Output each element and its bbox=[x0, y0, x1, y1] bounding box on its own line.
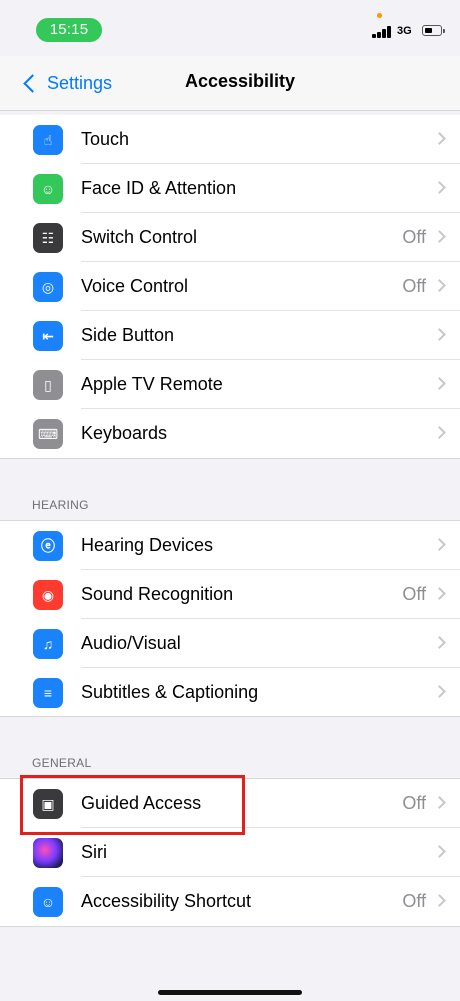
face-id-icon: ☺ bbox=[33, 174, 63, 204]
settings-row-switch-control[interactable]: ☷ Switch Control Off bbox=[0, 213, 460, 262]
row-label: Face ID & Attention bbox=[81, 178, 237, 198]
section-header-hearing: HEARING bbox=[32, 498, 89, 512]
chevron-right-icon bbox=[433, 132, 446, 145]
divider bbox=[0, 716, 460, 717]
hearing-group: ⓔ Hearing Devices ◉ Sound Recognition Off ♫ Au… bbox=[0, 521, 460, 717]
sound-recognition-icon: ◉ bbox=[33, 580, 63, 610]
chevron-right-icon bbox=[433, 845, 446, 858]
row-label: Accessibility Shortcut bbox=[81, 891, 252, 911]
settings-row-siri[interactable]: Siri bbox=[0, 828, 460, 877]
row-value: Off bbox=[402, 793, 426, 813]
row-label: Touch bbox=[81, 129, 130, 149]
settings-row-touch[interactable]: ☝ Touch bbox=[0, 115, 460, 164]
row-value: Off bbox=[402, 891, 426, 911]
settings-row-voice-control[interactable]: ◎ Voice Control Off bbox=[0, 262, 460, 311]
settings-row-face-id-attention[interactable]: ☺ Face ID & Attention bbox=[0, 164, 460, 213]
home-indicator[interactable] bbox=[158, 990, 302, 995]
status-bar: 15:15 3G bbox=[0, 0, 460, 56]
speaker-icon: ♫ bbox=[33, 629, 63, 659]
settings-row-keyboards[interactable]: ⌨ Keyboards bbox=[0, 409, 460, 458]
settings-row-audio-visual[interactable]: ♫ Audio/Visual bbox=[0, 619, 460, 668]
row-label: Audio/Visual bbox=[81, 633, 181, 653]
row-label: Side Button bbox=[81, 325, 175, 345]
row-label: Keyboards bbox=[81, 423, 168, 443]
settings-row-sound-recognition[interactable]: ◉ Sound Recognition Off bbox=[0, 570, 460, 619]
row-label: Voice Control bbox=[81, 276, 189, 296]
row-label: Apple TV Remote bbox=[81, 374, 223, 394]
captions-icon: ≡ bbox=[33, 678, 63, 708]
row-label: Switch Control bbox=[81, 227, 198, 247]
page-title: Accessibility bbox=[184, 71, 296, 91]
navigation-bar: Settings Accessibility bbox=[0, 56, 460, 111]
chevron-right-icon bbox=[433, 636, 446, 649]
tv-remote-icon: ▯ bbox=[33, 370, 63, 400]
chevron-right-icon bbox=[433, 181, 446, 194]
row-value: Off bbox=[402, 227, 426, 247]
switch-control-icon: ☷ bbox=[33, 223, 63, 253]
chevron-right-icon bbox=[433, 377, 446, 390]
voice-control-icon: ◎ bbox=[33, 272, 63, 302]
physical-motor-group: ☝ Touch ☺ Face ID & Attention ☷ Switch Contro… bbox=[0, 115, 460, 458]
chevron-right-icon bbox=[433, 426, 446, 439]
row-label: Sound Recognition bbox=[81, 584, 234, 604]
settings-row-apple-tv-remote[interactable]: ▯ Apple TV Remote bbox=[0, 360, 460, 409]
signal-strength-icon bbox=[372, 26, 394, 38]
divider bbox=[0, 458, 460, 459]
section-header-general: GENERAL bbox=[32, 756, 92, 770]
settings-row-side-button[interactable]: ⇤ Side Button bbox=[0, 311, 460, 360]
chevron-right-icon bbox=[433, 279, 446, 292]
chevron-right-icon bbox=[433, 894, 446, 907]
row-value: Off bbox=[402, 584, 426, 604]
hand-icon: ☝ bbox=[33, 125, 63, 155]
settings-row-subtitles-captioning[interactable]: ≡ Subtitles & Captioning bbox=[0, 668, 460, 717]
side-button-icon: ⇤ bbox=[33, 321, 63, 351]
chevron-right-icon bbox=[433, 587, 446, 600]
privacy-indicator-dot bbox=[377, 13, 382, 18]
row-label: Hearing Devices bbox=[81, 535, 214, 555]
ear-icon: ⓔ bbox=[33, 531, 63, 561]
row-label: Subtitles & Captioning bbox=[81, 682, 259, 702]
status-time: 15:15 bbox=[36, 18, 102, 42]
settings-row-accessibility-shortcut[interactable]: ☺ Accessibility Shortcut Off bbox=[0, 877, 460, 926]
chevron-right-icon bbox=[433, 230, 446, 243]
row-value: Off bbox=[402, 276, 426, 296]
chevron-right-icon bbox=[433, 796, 446, 809]
chevron-right-icon bbox=[433, 328, 446, 341]
settings-row-hearing-devices[interactable]: ⓔ Hearing Devices bbox=[0, 521, 460, 570]
network-type: 3G bbox=[397, 25, 412, 37]
chevron-right-icon bbox=[433, 685, 446, 698]
accessibility-icon: ☺ bbox=[33, 887, 63, 917]
row-label: Siri bbox=[81, 842, 107, 862]
chevron-right-icon bbox=[433, 538, 446, 551]
battery-icon bbox=[422, 25, 445, 36]
siri-icon bbox=[33, 838, 63, 868]
keyboard-icon: ⌨ bbox=[33, 419, 63, 449]
divider bbox=[0, 926, 460, 927]
highlight-annotation bbox=[20, 775, 245, 835]
